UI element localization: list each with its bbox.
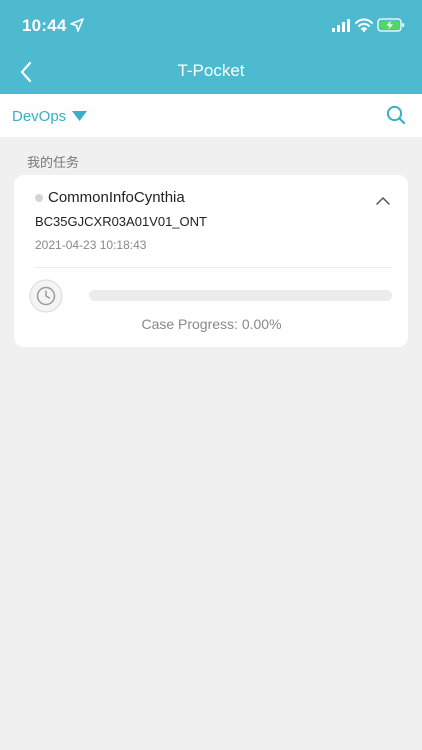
task-timestamp: 2021-04-23 10:18:43 xyxy=(35,238,147,252)
case-progress-text: Case Progress: 0.00% xyxy=(141,316,282,332)
task-status-dot xyxy=(35,194,43,202)
cellular-signal-icon xyxy=(332,19,350,32)
battery-charging-icon xyxy=(377,18,405,32)
app-header: 10:44 T-Pocket xyxy=(0,0,422,94)
page-title: T-Pocket xyxy=(177,61,245,80)
location-arrow-icon xyxy=(70,18,84,32)
project-selector[interactable]: DevOps xyxy=(12,105,88,127)
triangle-down-icon xyxy=(72,111,88,121)
task-card[interactable]: CommonInfoCynthia BC35GJCXR03A01V01_ONT … xyxy=(14,175,408,347)
task-name: CommonInfoCynthia xyxy=(48,189,185,206)
nav-bar: T-Pocket xyxy=(0,50,422,94)
clock-icon xyxy=(29,279,63,313)
section-title: 我的任务 xyxy=(27,155,80,170)
card-divider xyxy=(35,267,392,268)
filter-bar: DevOps xyxy=(0,94,422,137)
search-icon xyxy=(386,105,406,125)
search-button[interactable] xyxy=(386,105,406,125)
status-bar: 10:44 xyxy=(0,0,422,50)
case-progress-bar xyxy=(89,290,392,301)
status-time: 10:44 xyxy=(22,16,67,35)
wifi-icon xyxy=(355,18,373,32)
device-id: BC35GJCXR03A01V01_ONT xyxy=(35,214,207,229)
project-label: DevOps xyxy=(12,107,67,125)
collapse-button[interactable] xyxy=(376,192,390,205)
chevron-up-icon xyxy=(376,197,390,205)
